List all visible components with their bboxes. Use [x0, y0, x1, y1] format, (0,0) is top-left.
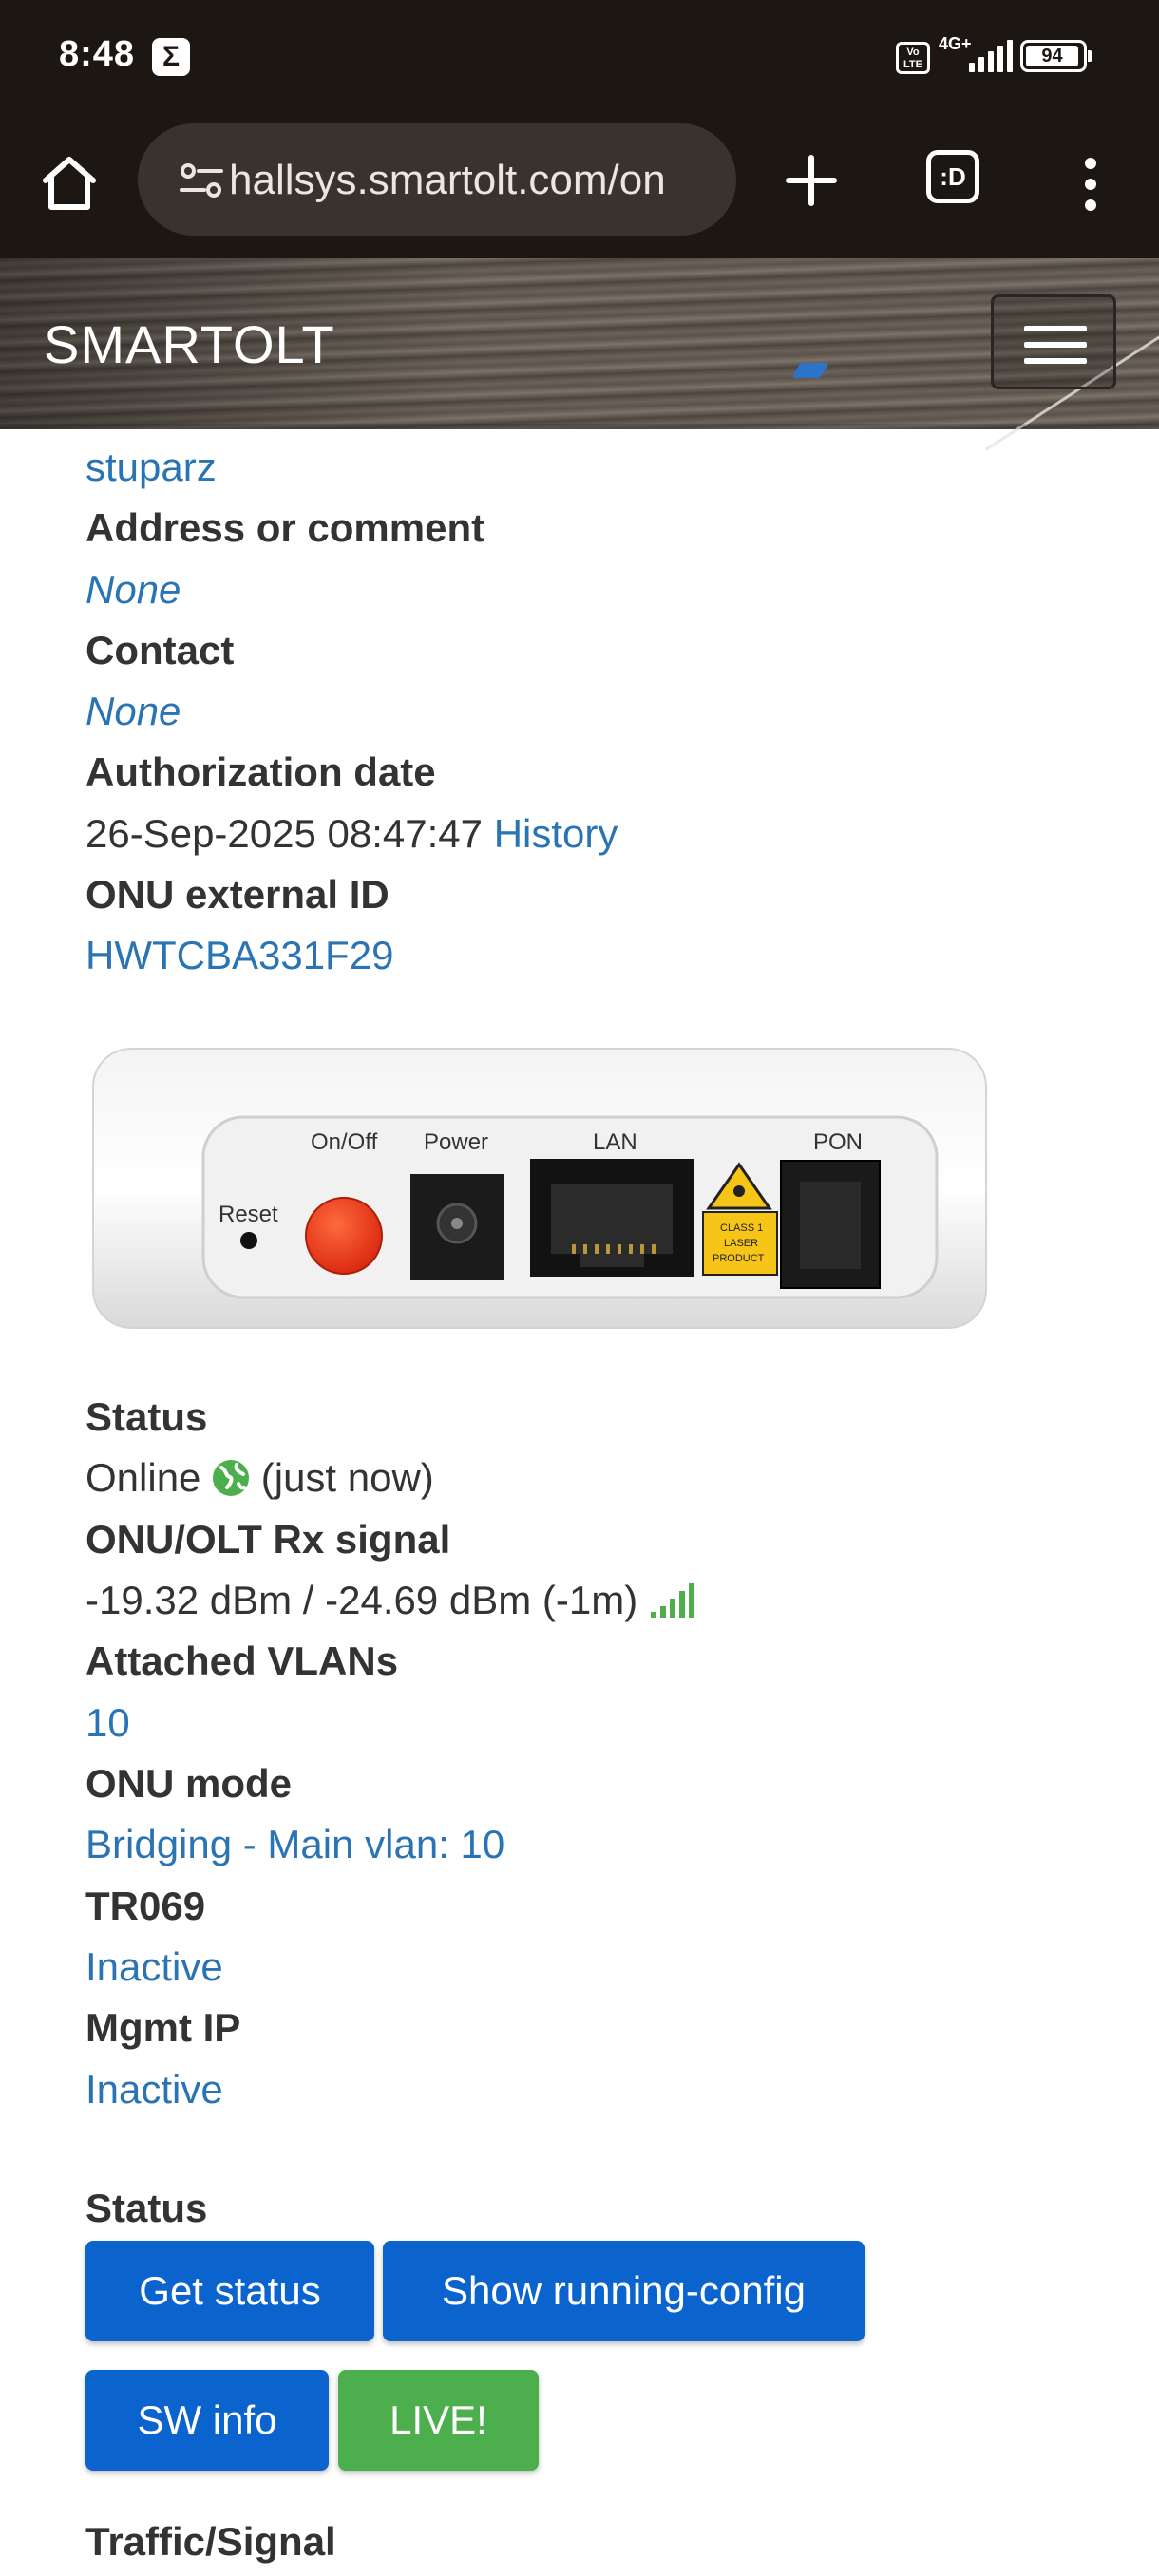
brand-logo[interactable]: SMARTOLT [44, 313, 335, 375]
reset-label: Reset [218, 1202, 278, 1227]
auth-date-label: Authorization date [86, 749, 436, 794]
browser-toolbar: hallsys.smartolt.com/on :D [0, 114, 1159, 258]
tr069-label: TR069 [86, 1884, 206, 1928]
onoff-label: On/Off [311, 1129, 378, 1155]
rx-signal-row: -19.32 dBm / -24.69 dBm (-1m) [86, 1578, 694, 1623]
mgmt-ip-value[interactable]: Inactive [86, 2067, 223, 2112]
power-label: Power [424, 1129, 488, 1155]
home-icon[interactable] [38, 152, 101, 215]
mgmt-ip-label: Mgmt IP [86, 2005, 241, 2050]
cell-signal-icon [969, 40, 1013, 72]
lan-label: LAN [593, 1129, 637, 1155]
username-link[interactable]: stuparz [86, 445, 217, 490]
status-value: Online [86, 1455, 201, 1500]
laser-label-2: LASER [724, 1238, 758, 1249]
battery-level: 94 [1026, 46, 1078, 66]
show-running-config-button[interactable]: Show running-config [383, 2241, 864, 2341]
sigma-app-icon: Σ [152, 38, 190, 76]
new-tab-icon[interactable] [785, 154, 838, 207]
status-time: (just now) [260, 1455, 434, 1500]
status-label: Status [86, 1394, 208, 1439]
external-id-value[interactable]: HWTCBA331F29 [86, 933, 393, 978]
auth-date-row: 26-Sep-2025 08:47:47 History [86, 811, 618, 857]
rx-signal-label: ONU/OLT Rx signal [86, 1517, 451, 1562]
vlans-value[interactable]: 10 [86, 1700, 130, 1746]
contact-label: Contact [86, 628, 235, 672]
onu-device-image: Reset On/Off Power LAN CLASS 1 LASER PRO… [92, 1048, 987, 1329]
sw-info-button[interactable]: SW info [86, 2370, 329, 2471]
rx-signal-value: -19.32 dBm / -24.69 dBm (-1m) [86, 1578, 638, 1622]
network-type: 4G+ [939, 34, 972, 53]
system-status-bar: 8:48 Σ Vo LTE 4G+ 94 [0, 0, 1159, 114]
get-status-button[interactable]: Get status [86, 2241, 374, 2341]
site-settings-icon[interactable] [180, 161, 223, 199]
actions-section-label: Status [86, 2186, 208, 2230]
laser-label-3: PRODUCT [712, 1253, 765, 1264]
onu-mode-label: ONU mode [86, 1761, 293, 1806]
pon-label: PON [813, 1129, 863, 1155]
globe-online-icon [213, 1460, 250, 1496]
contact-value[interactable]: None [86, 689, 180, 734]
traffic-signal-heading: Traffic/Signal [86, 2519, 336, 2564]
address-value[interactable]: None [86, 567, 180, 613]
onu-mode-value[interactable]: Bridging - Main vlan: 10 [86, 1822, 504, 1867]
volte-icon: Vo LTE [896, 42, 930, 74]
clock: 8:48 [59, 34, 136, 74]
external-id-label: ONU external ID [86, 872, 390, 917]
menu-toggle-button[interactable] [991, 294, 1116, 389]
url-text[interactable]: hallsys.smartolt.com/on [229, 157, 666, 204]
address-bar[interactable]: hallsys.smartolt.com/on [138, 123, 736, 236]
background-texture [791, 363, 829, 378]
signal-strength-icon [650, 1583, 694, 1618]
laser-label-1: CLASS 1 [720, 1222, 763, 1234]
tab-switcher-button[interactable]: :D [926, 150, 979, 203]
vlans-label: Attached VLANs [86, 1638, 399, 1683]
status-row: Online (just now) [86, 1455, 434, 1501]
battery-icon: 94 [1020, 40, 1092, 72]
more-options-icon[interactable] [1075, 156, 1106, 213]
history-link[interactable]: History [494, 811, 618, 856]
auth-date-value: 26-Sep-2025 08:47:47 [86, 811, 484, 856]
tr069-value[interactable]: Inactive [86, 1944, 223, 1990]
address-label: Address or comment [86, 505, 485, 550]
app-navbar: SMARTOLT [0, 258, 1159, 451]
live-button[interactable]: LIVE! [338, 2370, 539, 2471]
